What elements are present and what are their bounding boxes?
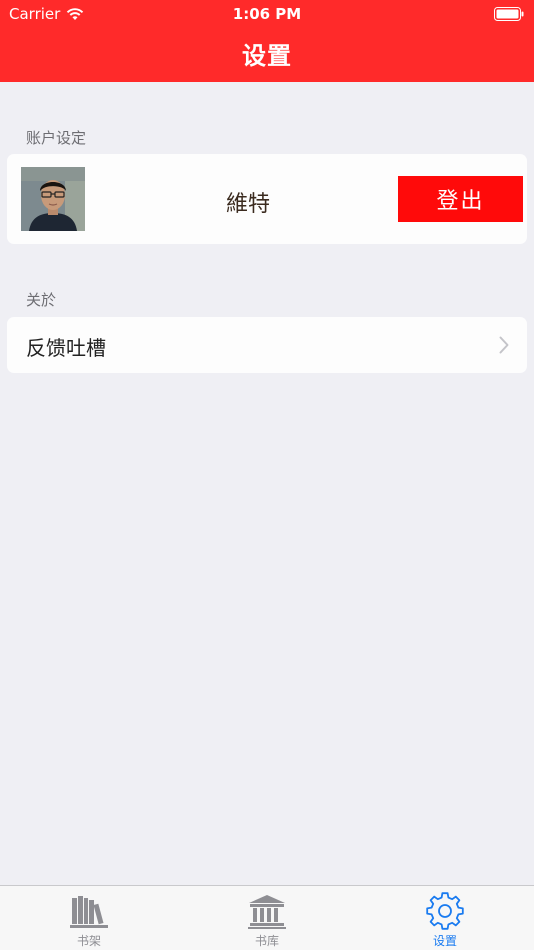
tab-settings-label: 设置: [432, 934, 457, 948]
avatar-image: [21, 167, 85, 231]
avatar: [21, 167, 85, 231]
account-card: 維特 登出: [7, 154, 527, 244]
tab-bookshelf-label: 书架: [76, 934, 101, 948]
navigation-header: Carrier 1:06 PM 设置: [0, 0, 534, 82]
logout-button[interactable]: 登出: [398, 176, 523, 222]
gear-icon: [426, 892, 464, 930]
status-time: 1:06 PM: [232, 5, 302, 23]
tab-library[interactable]: 书库: [178, 886, 356, 950]
about-section-header: 关於: [26, 291, 57, 309]
page-title: 设置: [242, 42, 292, 70]
bookshelf-icon: [70, 896, 108, 928]
feedback-label: 反馈吐槽: [26, 336, 106, 360]
library-icon: [248, 895, 286, 929]
battery-icon: [494, 7, 524, 21]
chevron-right-icon: [499, 336, 509, 354]
account-section-header: 账户设定: [26, 129, 87, 147]
tab-library-label: 书库: [254, 934, 279, 948]
tab-bar: 书架 书库 设置: [0, 885, 534, 950]
username-label: 維特: [225, 192, 270, 217]
status-bar: Carrier 1:06 PM: [0, 0, 534, 28]
tab-bookshelf[interactable]: 书架: [0, 886, 178, 950]
tab-settings[interactable]: 设置: [356, 886, 534, 950]
feedback-row[interactable]: 反馈吐槽: [7, 317, 527, 373]
